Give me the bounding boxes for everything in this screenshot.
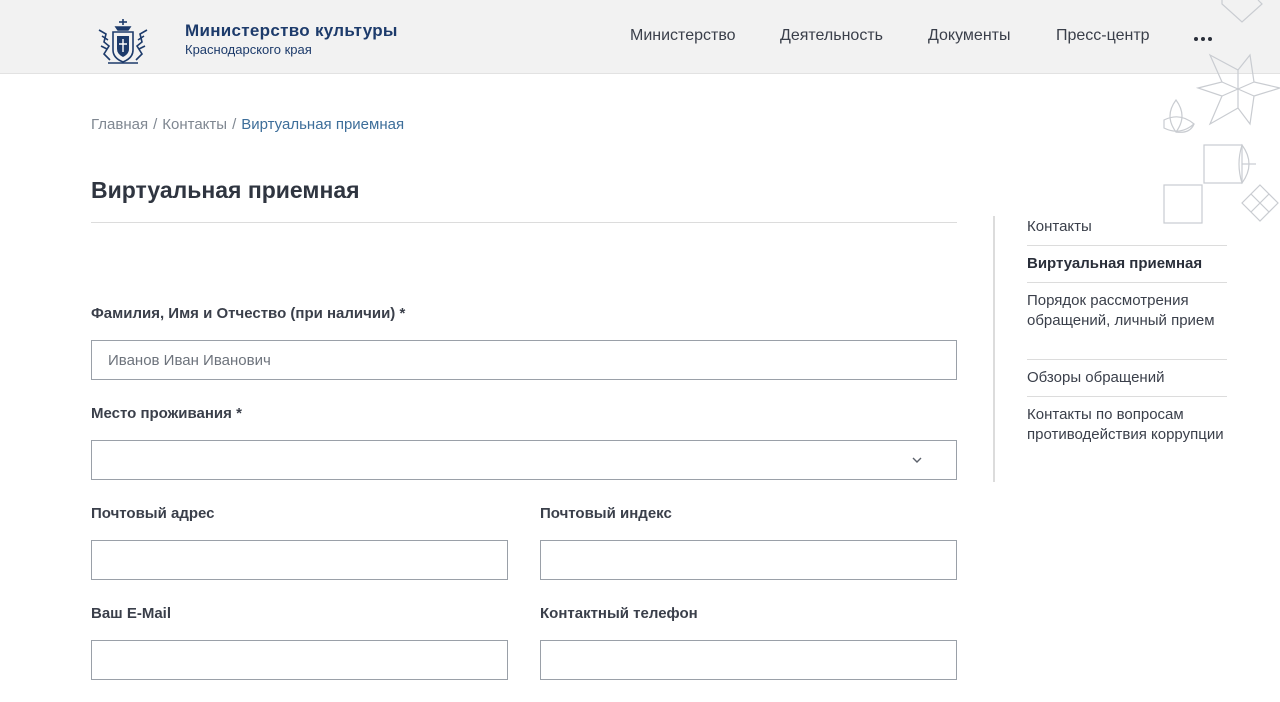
fio-input[interactable] (91, 340, 957, 380)
sidebar-item-appeal-reviews[interactable]: Обзоры обращений (1027, 368, 1227, 388)
chevron-down-icon (912, 457, 922, 463)
fio-label: Фамилия, Имя и Отчество (при наличии) * (91, 305, 406, 322)
sidebar-separator (1027, 396, 1227, 397)
title-divider (91, 222, 957, 223)
sidebar-item-appeal-procedure[interactable]: Порядок рассмотрения обращений, личный п… (1027, 291, 1227, 331)
nav-item-ministry[interactable]: Министерство (630, 27, 736, 45)
brand-subtitle[interactable]: Краснодарского края (185, 42, 312, 57)
sidebar-divider (993, 216, 995, 482)
address-label: Почтовый адрес (91, 505, 215, 522)
residence-select[interactable] (91, 440, 957, 480)
breadcrumb-current: Виртуальная приемная (241, 116, 405, 133)
residence-label: Место проживания * (91, 405, 242, 422)
sidebar-separator (1027, 282, 1227, 283)
breadcrumb-separator: / (153, 116, 158, 133)
nav-item-press-center[interactable]: Пресс-центр (1056, 27, 1150, 45)
email-input[interactable] (91, 640, 508, 680)
phone-input[interactable] (540, 640, 957, 680)
breadcrumb-contacts[interactable]: Контакты (162, 116, 227, 133)
breadcrumb-separator: / (232, 116, 237, 133)
coat-of-arms-icon[interactable] (96, 16, 150, 66)
postal-index-label: Почтовый индекс (540, 505, 672, 522)
nav-item-documents[interactable]: Документы (928, 27, 1010, 45)
phone-label: Контактный телефон (540, 605, 698, 622)
page-title: Виртуальная приемная (91, 177, 360, 203)
address-input[interactable] (91, 540, 508, 580)
sidebar-separator (1027, 245, 1227, 246)
site-header: Министерство культуры Краснодарского кра… (0, 0, 1280, 74)
sidebar-item-contacts[interactable]: Контакты (1027, 217, 1227, 237)
sidebar-item-virtual-reception[interactable]: Виртуальная приемная (1027, 254, 1227, 274)
breadcrumb-home[interactable]: Главная (91, 116, 148, 133)
sidebar-item-anti-corruption[interactable]: Контакты по вопросам противодействия кор… (1027, 405, 1227, 445)
ornament-icon (1163, 0, 1280, 224)
breadcrumb: Главная / Контакты / Виртуальная приемная (91, 116, 404, 133)
sidebar-separator (1027, 359, 1227, 360)
postal-index-input[interactable] (540, 540, 957, 580)
email-label: Ваш E-Mail (91, 605, 172, 622)
brand-title[interactable]: Министерство культуры (185, 21, 398, 41)
nav-item-activity[interactable]: Деятельность (780, 27, 883, 45)
